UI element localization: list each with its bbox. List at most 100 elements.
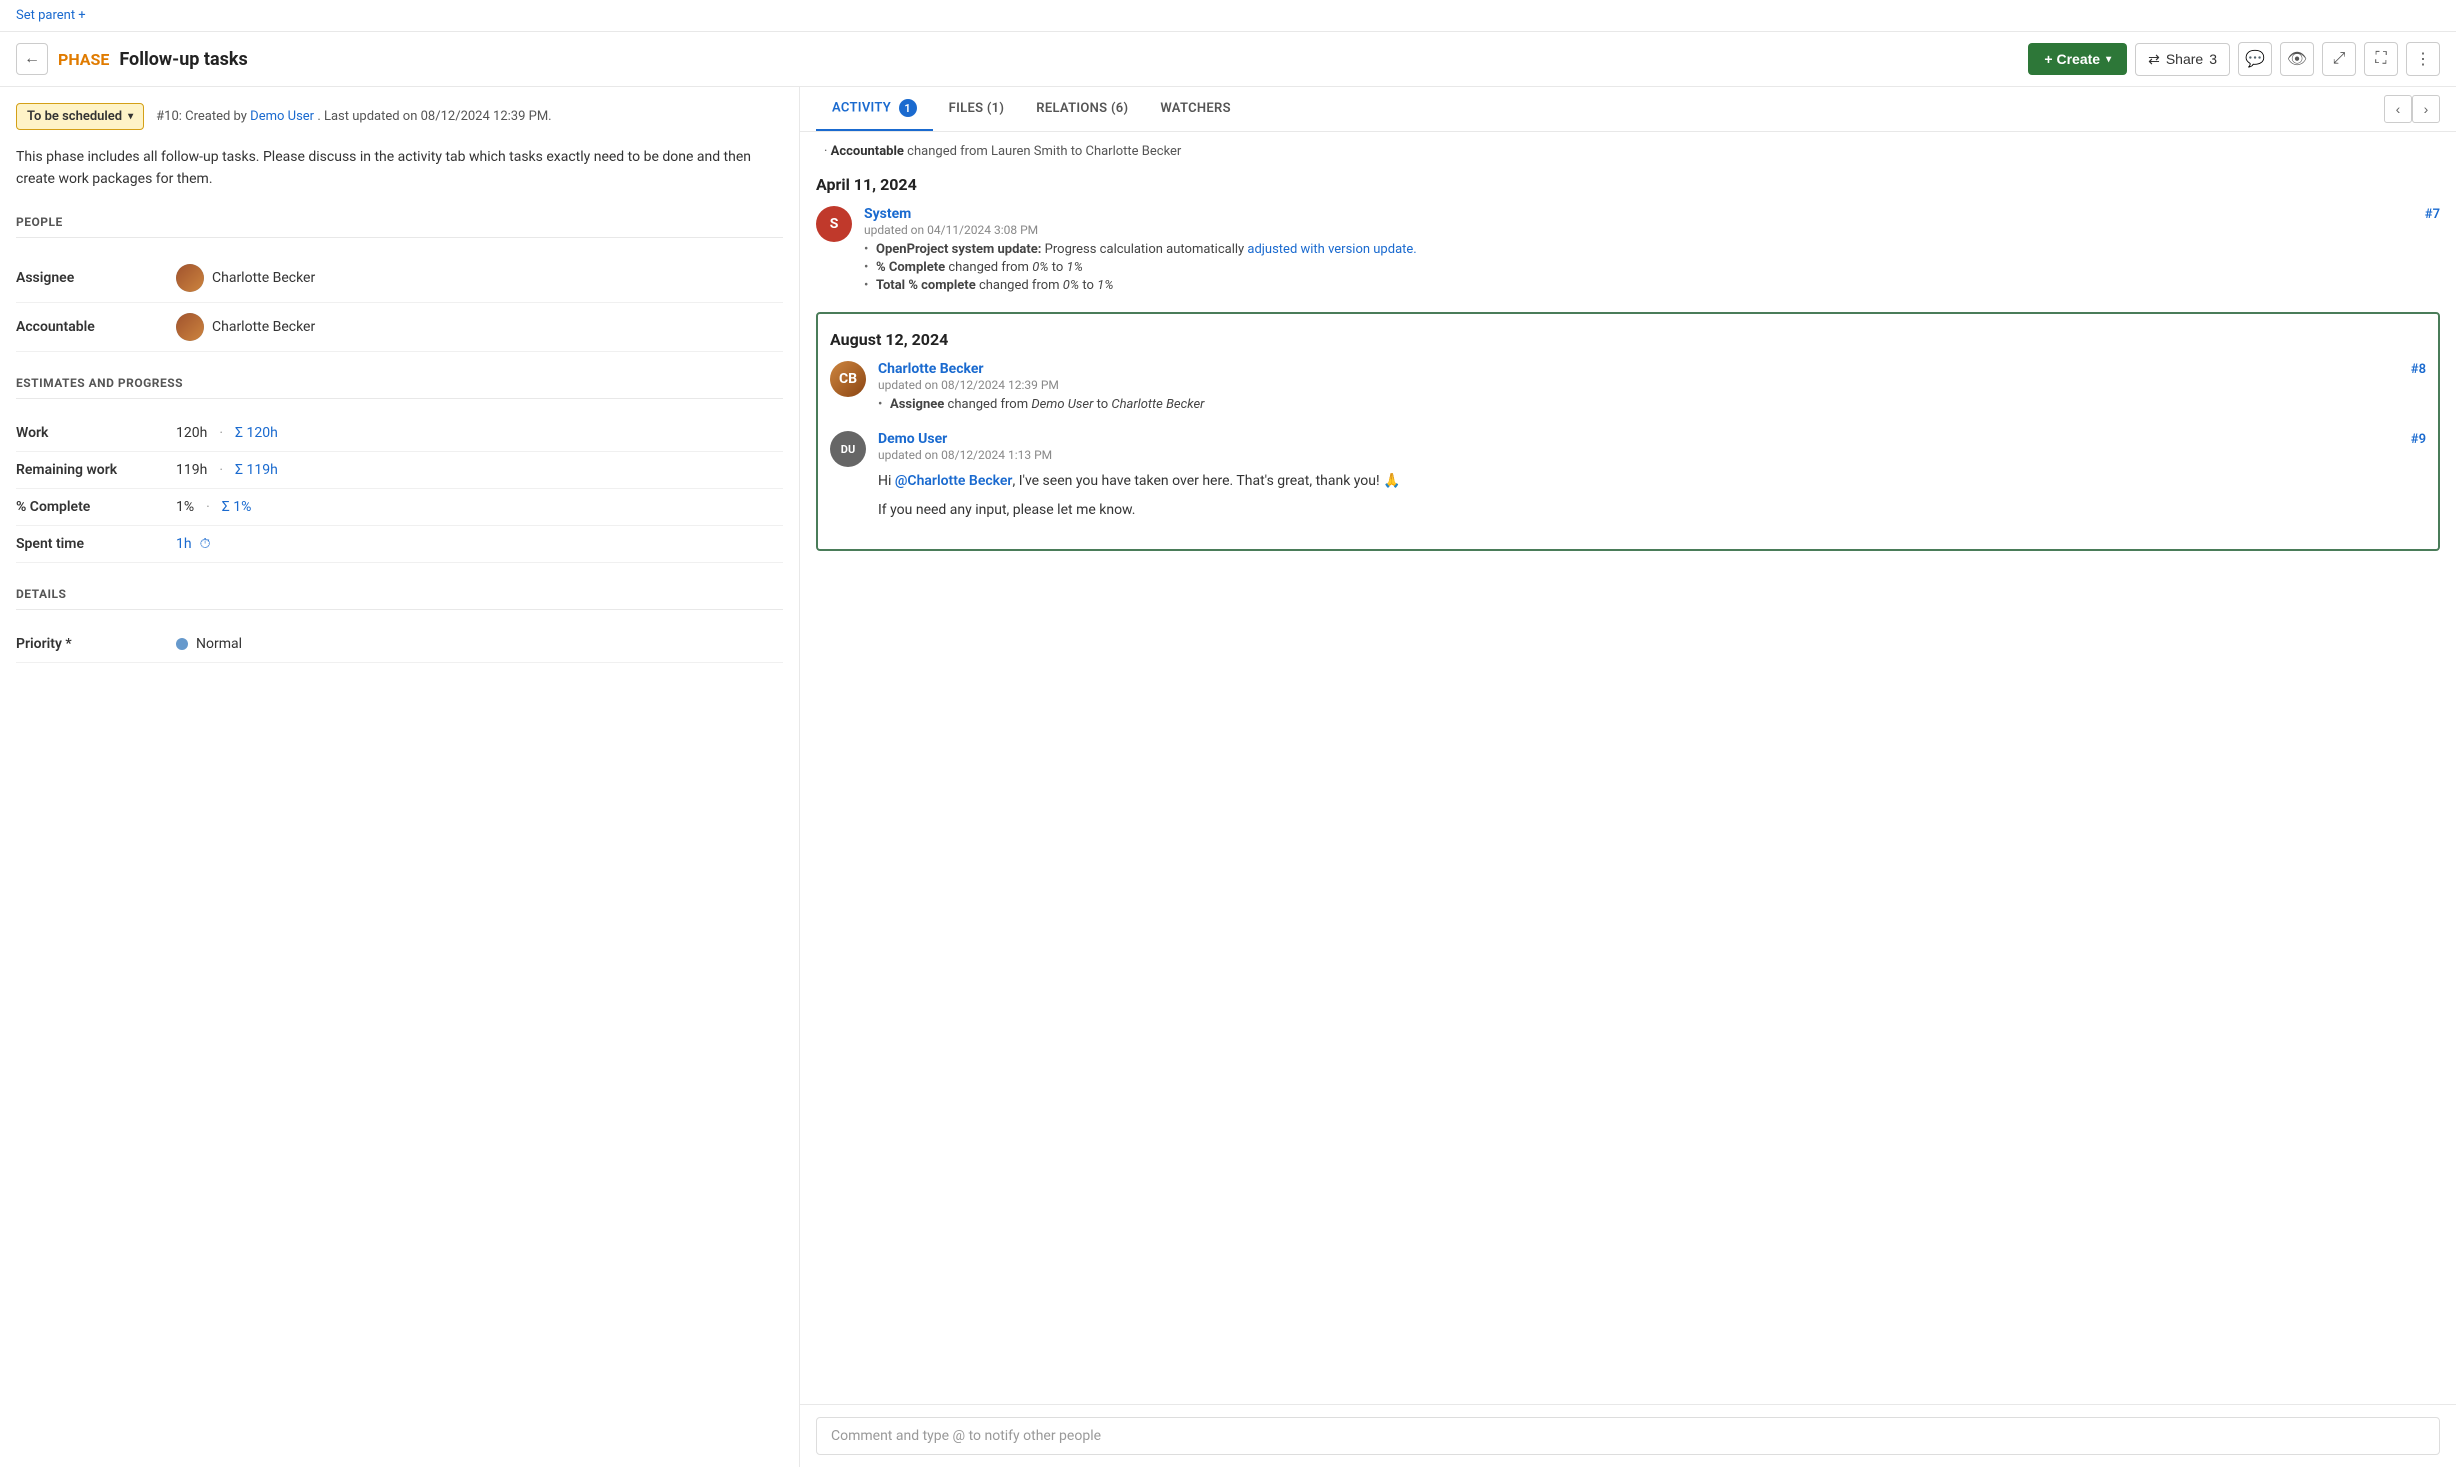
- left-panel: To be scheduled ▾ #10: Created by Demo U…: [0, 87, 800, 1467]
- activity-item-demo: DU Demo User updated on 08/12/2024 1:13 …: [830, 431, 2426, 521]
- eye-icon-button[interactable]: 👁: [2280, 42, 2314, 76]
- status-dropdown-arrow: ▾: [128, 111, 133, 122]
- charlotte-ref[interactable]: #8: [2411, 362, 2426, 377]
- meta-info: #10: Created by Demo User . Last updated…: [156, 109, 551, 124]
- charlotte-author-group: Charlotte Becker updated on 08/12/2024 1…: [878, 361, 1059, 393]
- charlotte-avatar-initials: CB: [839, 371, 857, 387]
- demo-time: updated on 08/12/2024 1:13 PM: [878, 448, 1052, 462]
- priority-dot: [176, 638, 188, 650]
- change-text-2: changed from 0% to 1%: [948, 260, 1082, 275]
- charlotte-avatar: CB: [830, 361, 866, 397]
- accountable-avatar-img: [176, 313, 204, 341]
- tab-activity-badge: 1: [899, 99, 917, 117]
- spent-label: Spent time: [16, 536, 176, 552]
- back-button[interactable]: ←: [16, 43, 48, 75]
- description: This phase includes all follow-up tasks.…: [16, 146, 783, 191]
- old-activity-entry: · Accountable changed from Lauren Smith …: [816, 144, 2440, 159]
- spent-hours[interactable]: 1h: [176, 536, 192, 552]
- remaining-sep: ·: [219, 462, 223, 478]
- change-bold-3: Total % complete: [876, 278, 976, 293]
- status-label: To be scheduled: [27, 109, 122, 124]
- demo-activity-header: Demo User updated on 08/12/2024 1:13 PM …: [878, 431, 2426, 463]
- more-icon-button[interactable]: ⋮: [2406, 42, 2440, 76]
- demo-ref[interactable]: #9: [2411, 432, 2426, 447]
- change-openproject: OpenProject system update: Progress calc…: [864, 242, 2440, 257]
- change-bold-1: OpenProject system update:: [876, 242, 1041, 257]
- meta-text2: . Last updated on 08/12/2024 12:39 PM.: [317, 109, 551, 124]
- complete-percent: 1%: [176, 499, 194, 515]
- change-percent: % Complete changed from 0% to 1%: [864, 260, 2440, 275]
- tab-watchers-label: WATCHERS: [1160, 101, 1230, 116]
- complete-sep: ·: [206, 499, 210, 515]
- activity-panel: · Accountable changed from Lauren Smith …: [800, 132, 2456, 1404]
- system-ref[interactable]: #7: [2425, 207, 2440, 222]
- create-dropdown-arrow: ▾: [2106, 54, 2111, 65]
- people-section-title: PEOPLE: [16, 215, 783, 229]
- change-assignee: Assignee changed from Demo User to Charl…: [878, 397, 2426, 412]
- complete-label: % Complete: [16, 499, 176, 515]
- tab-prev-button[interactable]: ‹: [2384, 95, 2412, 123]
- charlotte-changes: Assignee changed from Demo User to Charl…: [878, 397, 2426, 412]
- mention-charlotte: @Charlotte Becker: [895, 473, 1013, 489]
- page-title: Follow-up tasks: [119, 49, 247, 70]
- comment-input[interactable]: Comment and type @ to notify other peopl…: [816, 1417, 2440, 1455]
- system-activity-body: System updated on 04/11/2024 3:08 PM #7 …: [864, 206, 2440, 296]
- demo-author-group: Demo User updated on 08/12/2024 1:13 PM: [878, 431, 1052, 463]
- system-time: updated on 04/11/2024 3:08 PM: [864, 223, 1038, 237]
- system-changes: OpenProject system update: Progress calc…: [864, 242, 2440, 293]
- accountable-label: Accountable: [16, 319, 176, 335]
- share2-icon-button[interactable]: ⤢: [2322, 42, 2356, 76]
- estimates-divider: [16, 398, 783, 399]
- tab-files[interactable]: FILES (1): [933, 89, 1021, 130]
- right-panel: ACTIVITY 1 FILES (1) RELATIONS (6) WATCH…: [800, 87, 2456, 1467]
- create-button[interactable]: + Create ▾: [2028, 43, 2127, 75]
- tabs: ACTIVITY 1 FILES (1) RELATIONS (6) WATCH…: [800, 87, 2456, 132]
- complete-sigma[interactable]: Σ 1%: [222, 499, 252, 515]
- change-text-1: Progress calculation automatically: [1045, 242, 1248, 257]
- charlotte-activity-header: Charlotte Becker updated on 08/12/2024 1…: [878, 361, 2426, 393]
- assignee-avatar: [176, 264, 204, 292]
- share-icon: ⇄: [2148, 51, 2160, 68]
- work-sigma[interactable]: Σ 120h: [235, 425, 278, 441]
- change-link-1[interactable]: adjusted with version update.: [1247, 242, 1416, 257]
- demo-comment-1: Hi @Charlotte Becker, I've seen you have…: [878, 471, 2426, 492]
- date-header-august: August 12, 2024: [830, 330, 2426, 349]
- demo-author: Demo User: [878, 431, 947, 447]
- tab-relations-label: RELATIONS (6): [1036, 101, 1128, 116]
- remaining-sigma[interactable]: Σ 119h: [235, 462, 278, 478]
- charlotte-activity-body: Charlotte Becker updated on 08/12/2024 1…: [878, 361, 2426, 415]
- set-parent-link[interactable]: Set parent +: [16, 8, 86, 23]
- fullscreen-icon-button[interactable]: ⛶: [2364, 42, 2398, 76]
- system-avatar: S: [816, 206, 852, 242]
- comment-icon-button[interactable]: 💬: [2238, 42, 2272, 76]
- priority-text: Normal: [196, 636, 242, 652]
- details-section-title: DETAILS: [16, 587, 783, 601]
- work-hours: 120h: [176, 425, 207, 441]
- activity-item-system: S System updated on 04/11/2024 3:08 PM #…: [816, 206, 2440, 296]
- assignee-avatar-img: [176, 264, 204, 292]
- tab-activity[interactable]: ACTIVITY 1: [816, 87, 933, 131]
- assignee-name: Charlotte Becker: [212, 270, 315, 286]
- accountable-avatar: [176, 313, 204, 341]
- share-button[interactable]: ⇄ Share 3: [2135, 43, 2230, 76]
- demo-activity-body: Demo User updated on 08/12/2024 1:13 PM …: [878, 431, 2426, 521]
- remaining-row: Remaining work 119h · Σ 119h: [16, 452, 783, 489]
- remaining-value: 119h · Σ 119h: [176, 462, 278, 478]
- share-label: Share: [2166, 51, 2203, 67]
- remaining-hours: 119h: [176, 462, 207, 478]
- complete-value: 1% · Σ 1%: [176, 499, 251, 515]
- tab-relations[interactable]: RELATIONS (6): [1020, 89, 1144, 130]
- header-right: + Create ▾ ⇄ Share 3 💬 👁 ⤢ ⛶ ⋮: [2028, 42, 2440, 76]
- remaining-label: Remaining work: [16, 462, 176, 478]
- header-left: ← PHASE Follow-up tasks: [16, 43, 248, 75]
- accountable-name: Charlotte Becker: [212, 319, 315, 335]
- people-divider: [16, 237, 783, 238]
- top-bar: Set parent +: [0, 0, 2456, 32]
- system-activity-header: System updated on 04/11/2024 3:08 PM #7: [864, 206, 2440, 238]
- author-link[interactable]: Demo User: [250, 109, 314, 124]
- system-author-group: System updated on 04/11/2024 3:08 PM: [864, 206, 1038, 238]
- status-badge[interactable]: To be scheduled ▾: [16, 103, 144, 130]
- tab-next-button[interactable]: ›: [2412, 95, 2440, 123]
- change-text-3: changed from 0% to 1%: [979, 278, 1113, 293]
- tab-watchers[interactable]: WATCHERS: [1144, 89, 1246, 130]
